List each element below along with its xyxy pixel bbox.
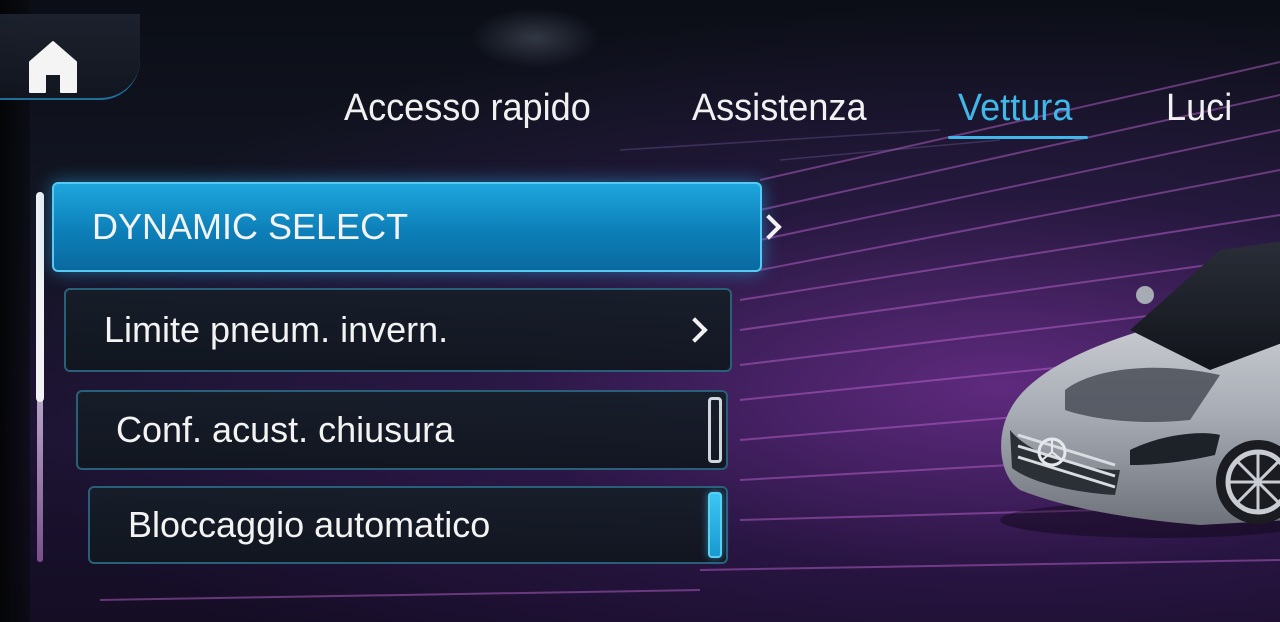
checkbox-unchecked[interactable] — [708, 397, 722, 463]
tab-vettura[interactable]: Vettura — [958, 78, 1072, 138]
car-illustration — [1000, 241, 1280, 538]
logo-reflection — [470, 8, 600, 68]
active-tab-indicator — [948, 136, 1088, 139]
tab-bar: Accesso rapido Assistenza Vettura Luci — [0, 78, 1280, 148]
menu-item-dynamic-select[interactable]: DYNAMIC SELECT — [52, 182, 782, 272]
chevron-right-icon — [682, 317, 708, 343]
menu-item-bloccaggio-automatico[interactable]: Bloccaggio automatico — [88, 486, 728, 564]
menu-item-limite-pneum-invern[interactable]: Limite pneum. invern. — [64, 288, 732, 372]
menu-item-label: Conf. acust. chiusura — [116, 409, 455, 450]
tab-accesso-rapido[interactable]: Accesso rapido — [344, 78, 591, 138]
menu-item-conf-acust-chiusura[interactable]: Conf. acust. chiusura — [76, 390, 728, 470]
infotainment-screen: Accesso rapido Assistenza Vettura Luci D… — [0, 0, 1280, 622]
menu-item-label: DYNAMIC SELECT — [92, 206, 409, 247]
menu-item-label: Limite pneum. invern. — [104, 309, 449, 350]
tab-luci[interactable]: Luci — [1166, 78, 1232, 138]
tab-assistenza[interactable]: Assistenza — [692, 78, 867, 138]
scrollbar-thumb[interactable] — [36, 192, 44, 402]
menu-item-label: Bloccaggio automatico — [128, 504, 491, 545]
checkbox-checked[interactable] — [708, 492, 722, 558]
